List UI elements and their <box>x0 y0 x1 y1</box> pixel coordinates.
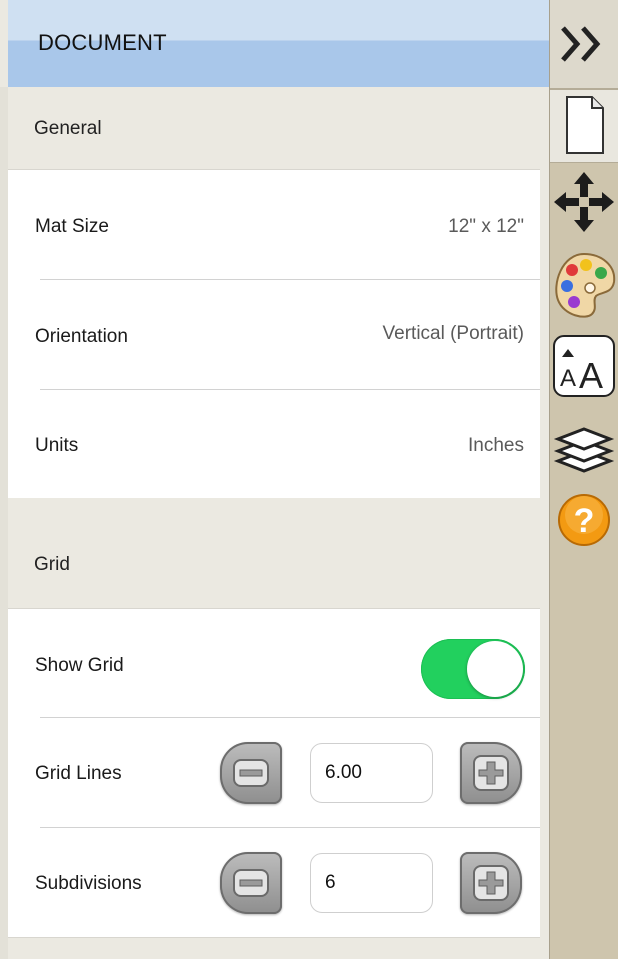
text-size-icon: A A <box>553 335 615 397</box>
transform-tab[interactable] <box>550 166 618 246</box>
plus-icon <box>473 755 509 791</box>
minus-icon <box>233 759 269 787</box>
show-grid-label: Show Grid <box>35 655 124 676</box>
mat-size-label: Mat Size <box>35 216 109 237</box>
units-row[interactable]: Units Inches <box>8 390 540 499</box>
grid-lines-input[interactable] <box>310 743 433 803</box>
document-panel: DOCUMENT General Mat Size 12" x 12" Orie… <box>0 0 549 959</box>
subdivisions-row: Subdivisions <box>8 828 540 937</box>
general-section-header: General <box>8 87 549 169</box>
help-button[interactable]: ? <box>550 485 618 555</box>
color-tab[interactable] <box>550 246 618 328</box>
units-label: Units <box>35 435 79 456</box>
plus-icon <box>473 865 509 901</box>
subdivisions-increment-button[interactable] <box>460 852 522 914</box>
mat-size-value: 12" x 12" <box>448 216 524 237</box>
toggle-knob <box>467 641 523 697</box>
grid-lines-increment-button[interactable] <box>460 742 522 804</box>
minus-icon <box>233 869 269 897</box>
panel-header: DOCUMENT <box>8 0 549 87</box>
svg-text:A: A <box>579 355 603 396</box>
panel-title: DOCUMENT <box>38 30 167 55</box>
svg-text:A: A <box>560 365 576 392</box>
help-icon: ? <box>558 494 610 546</box>
orientation-row[interactable]: Orientation Vertical (Portrait) <box>8 280 540 389</box>
text-tab[interactable]: A A <box>550 329 618 409</box>
right-toolbar: A A ? <box>549 0 618 959</box>
layers-icon <box>553 427 615 473</box>
mat-size-row[interactable]: Mat Size 12" x 12" <box>8 170 540 279</box>
show-grid-row: Show Grid <box>8 609 540 718</box>
document-icon <box>566 96 604 154</box>
layers-tab[interactable] <box>550 409 618 479</box>
move-icon <box>554 172 614 232</box>
panel-left-edge <box>0 87 8 959</box>
orientation-label: Orientation <box>35 326 128 347</box>
grid-section-title: Grid <box>34 554 70 575</box>
units-value: Inches <box>468 435 524 456</box>
collapse-panel-button[interactable] <box>550 0 618 89</box>
subdivisions-decrement-button[interactable] <box>220 852 282 914</box>
general-settings-group: Mat Size 12" x 12" Orientation Vertical … <box>8 169 540 499</box>
orientation-value: Vertical (Portrait) <box>382 323 524 344</box>
palette-icon <box>555 252 616 318</box>
grid-lines-decrement-button[interactable] <box>220 742 282 804</box>
grid-lines-label: Grid Lines <box>35 763 122 784</box>
grid-lines-row: Grid Lines <box>8 718 540 827</box>
document-tab[interactable] <box>550 89 618 163</box>
show-grid-toggle[interactable] <box>421 639 525 699</box>
general-section-title: General <box>34 118 102 139</box>
grid-settings-group: Show Grid Grid Lines 6.00 Subdivisions 6 <box>8 608 540 938</box>
grid-section-header: Grid <box>8 498 549 608</box>
subdivisions-label: Subdivisions <box>35 873 142 894</box>
svg-text:?: ? <box>574 502 595 540</box>
subdivisions-input[interactable] <box>310 853 433 913</box>
collapse-icon <box>561 26 601 62</box>
